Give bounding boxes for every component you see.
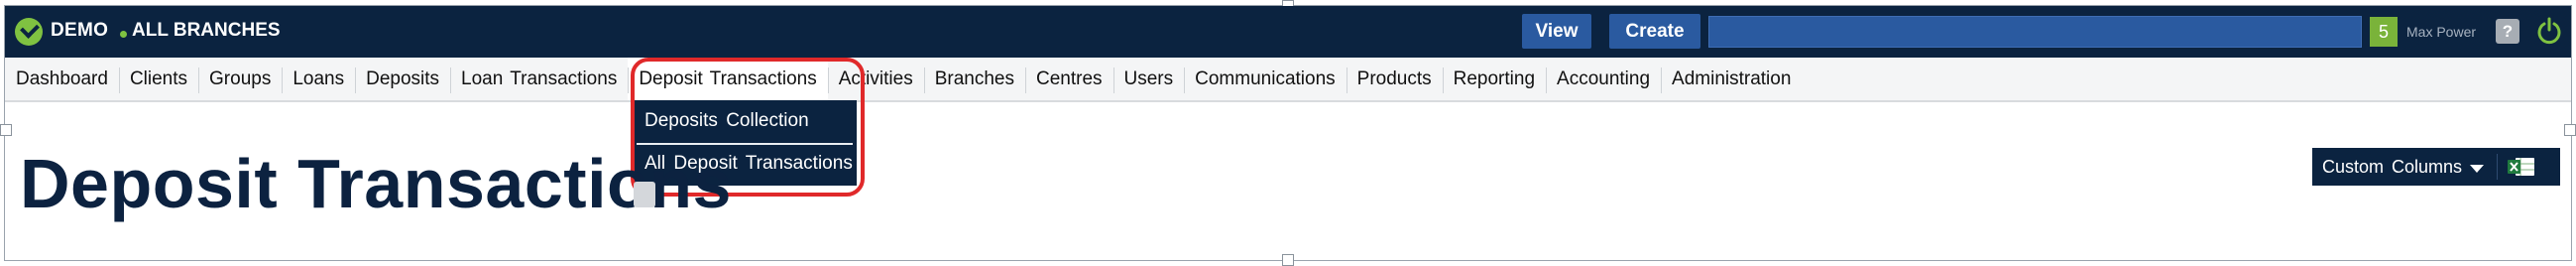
- resize-handle-left[interactable]: [0, 124, 12, 136]
- org-name: DEMO: [51, 20, 109, 41]
- button-divider: [2497, 154, 2498, 180]
- menu-item-groups[interactable]: Groups: [198, 58, 282, 100]
- notification-badge[interactable]: 5: [2370, 17, 2398, 47]
- menu-item-communications[interactable]: Communications: [1184, 58, 1347, 100]
- menu-item-dashboard[interactable]: Dashboard: [5, 58, 119, 100]
- chevron-down-icon: [2470, 165, 2485, 173]
- branch-status-dot-icon: [120, 31, 127, 38]
- menu-item-users[interactable]: Users: [1112, 58, 1185, 100]
- main-menu: Dashboard Clients Groups Loans Deposits …: [5, 58, 2571, 102]
- brand-logo-icon[interactable]: [15, 18, 43, 46]
- user-name[interactable]: Max Power: [2406, 24, 2476, 40]
- top-bar: DEMO ALL BRANCHES View Create 5 Max Powe…: [5, 6, 2571, 58]
- menu-item-accounting[interactable]: Accounting: [1546, 58, 1661, 100]
- menu-item-loan-transactions[interactable]: Loan Transactions: [450, 58, 628, 100]
- menu-item-loans[interactable]: Loans: [282, 58, 355, 100]
- power-icon[interactable]: [2535, 16, 2563, 46]
- menu-item-branches[interactable]: Branches: [923, 58, 1025, 100]
- menu-item-products[interactable]: Products: [1346, 58, 1443, 100]
- info-icon[interactable]: [634, 182, 655, 207]
- custom-columns-button[interactable]: Custom Columns: [2312, 148, 2560, 186]
- view-button[interactable]: View: [1522, 14, 1591, 49]
- menu-item-reporting[interactable]: Reporting: [1442, 58, 1546, 100]
- menu-item-centres[interactable]: Centres: [1024, 58, 1113, 100]
- menu-item-clients[interactable]: Clients: [118, 58, 198, 100]
- search-input[interactable]: [1708, 16, 2362, 48]
- create-button[interactable]: Create: [1609, 14, 1700, 49]
- menu-item-deposits[interactable]: Deposits: [355, 58, 450, 100]
- menu-item-administration[interactable]: Administration: [1661, 58, 1802, 100]
- custom-columns-label: Custom Columns: [2322, 156, 2463, 177]
- resize-handle-right[interactable]: [2564, 124, 2576, 136]
- excel-export-icon[interactable]: [2507, 156, 2536, 178]
- resize-handle-bottom[interactable]: [1282, 254, 1294, 266]
- branch-selector[interactable]: ALL BRANCHES: [132, 20, 281, 42]
- page-title: Deposit Transactions: [20, 145, 732, 222]
- help-icon[interactable]: ?: [2496, 19, 2519, 44]
